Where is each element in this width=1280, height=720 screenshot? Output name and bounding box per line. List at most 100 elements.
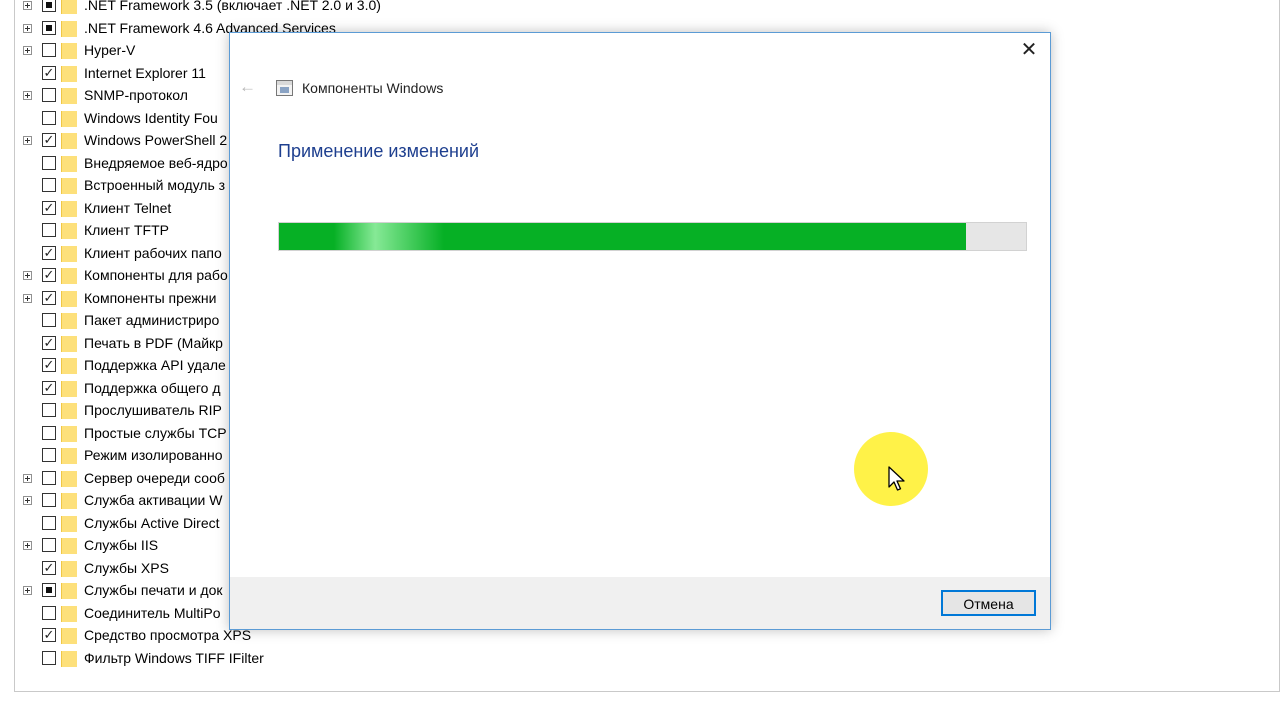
folder-icon (61, 155, 77, 172)
feature-checkbox[interactable]: ✓ (42, 200, 56, 215)
feature-label: .NET Framework 3.5 (включает .NET 2.0 и … (84, 0, 381, 13)
feature-label: Фильтр Windows TIFF IFilter (84, 649, 264, 666)
dialog-footer: Отмена (230, 577, 1050, 629)
feature-label: Службы Active Direct (84, 514, 220, 531)
folder-icon (61, 538, 77, 554)
folder-icon (61, 245, 77, 262)
folder-icon (61, 200, 77, 217)
expand-icon[interactable] (23, 23, 32, 33)
folder-icon (61, 605, 77, 622)
feature-checkbox[interactable]: ✓ (42, 358, 56, 372)
feature-label: Windows Identity Fou (84, 109, 218, 126)
feature-label: Компоненты для рабо (84, 267, 228, 283)
feature-checkbox[interactable] (42, 0, 56, 12)
feature-label: Встроенный модуль з (84, 177, 226, 193)
folder-icon (61, 493, 77, 509)
feature-checkbox[interactable] (42, 88, 56, 102)
folder-icon (61, 470, 77, 487)
folder-icon (61, 380, 77, 397)
feature-checkbox[interactable]: ✓ (42, 628, 56, 642)
close-button[interactable]: ✕ (1018, 39, 1040, 61)
folder-icon (61, 20, 77, 37)
feature-checkbox[interactable] (42, 43, 56, 57)
feature-label: Поддержка API удале (84, 357, 226, 373)
feature-checkbox[interactable]: ✓ (42, 133, 56, 147)
expand-icon[interactable] (23, 586, 32, 595)
feature-label: Пакет администриро (84, 312, 220, 328)
feature-label: SNMP-протокол (84, 87, 188, 103)
folder-icon (61, 628, 77, 644)
folder-icon (61, 65, 77, 82)
feature-label: Прослушиватель RIP (84, 402, 222, 418)
folder-icon (61, 560, 77, 577)
feature-checkbox[interactable] (42, 583, 56, 597)
feature-label: Внедряемое веб-ядро (84, 154, 228, 171)
feature-checkbox[interactable] (42, 605, 56, 620)
feature-checkbox[interactable] (42, 448, 56, 462)
progress-heading: Применение изменений (278, 141, 480, 161)
feature-label: Клиент Telnet (84, 199, 172, 216)
feature-label: Печать в PDF (Майкр (84, 334, 223, 351)
folder-icon (61, 43, 77, 59)
feature-checkbox[interactable]: ✓ (42, 268, 56, 282)
feature-checkbox[interactable] (42, 110, 56, 125)
feature-row[interactable]: .NET Framework 3.5 (включает .NET 2.0 и … (15, 0, 1275, 17)
expand-icon[interactable] (23, 271, 32, 280)
folder-icon (61, 0, 77, 14)
feature-label: Internet Explorer 11 (84, 64, 206, 81)
feature-checkbox[interactable] (42, 20, 56, 35)
feature-checkbox[interactable] (42, 178, 56, 192)
feature-label: Поддержка общего д (84, 379, 221, 396)
feature-label: Клиент TFTP (84, 222, 169, 238)
cancel-button[interactable]: Отмена (941, 590, 1036, 616)
expand-icon[interactable] (23, 473, 32, 483)
feature-label: Windows PowerShell 2 (84, 132, 228, 148)
feature-checkbox[interactable] (42, 538, 56, 552)
feature-label: Клиент рабочих папо (84, 244, 222, 261)
feature-checkbox[interactable] (42, 493, 56, 507)
folder-icon (61, 88, 77, 104)
folder-icon (61, 110, 77, 127)
dialog-title: Компоненты Windows (302, 80, 444, 96)
feature-label: Режим изолированно (84, 447, 223, 463)
feature-checkbox[interactable] (42, 515, 56, 530)
folder-icon (61, 178, 77, 194)
feature-checkbox[interactable]: ✓ (42, 290, 56, 305)
windows-features-icon (276, 80, 293, 96)
feature-checkbox[interactable] (42, 313, 56, 327)
folder-icon (61, 133, 77, 149)
feature-row[interactable]: Фильтр Windows TIFF IFilter (15, 648, 1275, 670)
feature-checkbox[interactable]: ✓ (42, 335, 56, 350)
folder-icon (61, 290, 77, 307)
progress-bar (278, 222, 1027, 251)
feature-checkbox[interactable] (42, 650, 56, 665)
feature-label: Службы печати и док (84, 582, 223, 598)
feature-label: Простые службы TCP (84, 424, 227, 441)
feature-checkbox[interactable] (42, 470, 56, 485)
expand-icon[interactable] (23, 1, 32, 10)
mouse-cursor-icon (888, 466, 905, 491)
feature-checkbox[interactable] (42, 223, 56, 237)
folder-icon (61, 335, 77, 352)
feature-checkbox[interactable]: ✓ (42, 560, 56, 575)
folder-icon (61, 448, 77, 464)
feature-label: Компоненты прежни (84, 289, 217, 306)
expand-icon[interactable] (23, 136, 32, 145)
feature-checkbox[interactable]: ✓ (42, 380, 56, 395)
folder-icon (61, 403, 77, 419)
expand-icon[interactable] (23, 293, 32, 303)
feature-checkbox[interactable] (42, 425, 56, 440)
expand-icon[interactable] (23, 91, 32, 100)
feature-checkbox[interactable]: ✓ (42, 65, 56, 80)
folder-icon (61, 515, 77, 532)
feature-label: Службы XPS (84, 559, 169, 576)
feature-checkbox[interactable]: ✓ (42, 245, 56, 260)
back-arrow-icon[interactable]: ← (239, 77, 256, 97)
expand-icon[interactable] (23, 541, 32, 550)
progress-bar-fill (279, 223, 967, 250)
feature-checkbox[interactable] (42, 403, 56, 417)
windows-features-dialog: ✕ ← Компоненты Windows Применение измене… (229, 32, 1051, 630)
expand-icon[interactable] (23, 496, 32, 505)
expand-icon[interactable] (23, 46, 32, 55)
feature-checkbox[interactable] (42, 155, 56, 170)
